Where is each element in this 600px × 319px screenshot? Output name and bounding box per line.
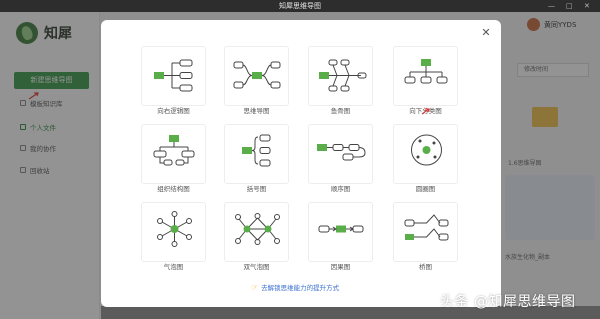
window-titlebar: 知犀思维导图	[0, 0, 600, 12]
bracket-icon	[242, 134, 271, 167]
template-thumbnail	[308, 46, 373, 106]
maximize-button[interactable]: □	[566, 0, 573, 12]
template-thumbnail	[308, 202, 373, 262]
template-thumbnail	[224, 124, 289, 184]
double-bubble-icon	[235, 213, 280, 245]
template-label: 顺序图	[330, 185, 351, 193]
bridge-icon	[404, 214, 449, 241]
fishbone-icon	[319, 59, 367, 92]
template-thumbnail	[393, 46, 458, 106]
template-card-circle-map[interactable]: 圆圈图	[393, 124, 458, 204]
template-label: 桥图	[419, 263, 432, 271]
template-thumbnail	[393, 202, 458, 262]
template-card-bracket[interactable]: 括号图	[224, 124, 289, 204]
template-thumbnail	[393, 124, 458, 184]
close-window-button[interactable]: ✕	[584, 0, 590, 12]
minimize-button[interactable]: —	[548, 0, 555, 12]
template-label: 圆圈图	[415, 185, 436, 193]
template-card-bridge[interactable]: 桥图	[393, 202, 458, 282]
pointing-hand-icon: ☞	[251, 282, 259, 292]
window-title: 知犀思维导图	[279, 2, 321, 10]
template-label: 思维导图	[243, 107, 270, 115]
template-picker-dialog: ✕ 向右逻辑图 思维导图 鱼骨图 组织结构图 括号图 顺序图 圆圈图 气泡图 双…	[101, 20, 501, 307]
template-card-bubble[interactable]: 气泡图	[141, 202, 206, 282]
classification-down-icon	[404, 59, 448, 84]
template-label: 因果图	[330, 263, 351, 271]
circle-map-icon	[411, 134, 442, 166]
template-thumbnail	[308, 124, 373, 184]
template-card-logic-right[interactable]: 向右逻辑图	[141, 46, 206, 126]
template-thumbnail	[224, 46, 289, 106]
pointer-arrow-icon	[421, 108, 430, 115]
promo-text: 去解锁思维能力的提升方式	[261, 284, 340, 292]
close-icon[interactable]: ✕	[479, 26, 493, 40]
watermark: 头条 @知犀思维导图	[440, 294, 576, 310]
template-label: 双气泡图	[243, 263, 270, 271]
cause-effect-icon	[318, 225, 364, 233]
template-label: 组织结构图	[157, 185, 190, 193]
template-card-fishbone[interactable]: 鱼骨图	[308, 46, 373, 126]
promo-link[interactable]: ☞ 去解锁思维能力的提升方式	[251, 282, 340, 293]
template-card-org-chart[interactable]: 组织结构图	[141, 124, 206, 204]
logic-right-icon	[154, 59, 193, 92]
org-chart-icon	[153, 135, 195, 166]
template-label: 括号图	[246, 185, 267, 193]
template-label: 气泡图	[163, 263, 184, 271]
template-card-cause-effect[interactable]: 因果图	[308, 202, 373, 282]
template-card-double-bubble[interactable]: 双气泡图	[224, 202, 289, 282]
mindmap-icon	[233, 61, 281, 89]
template-thumbnail	[141, 124, 206, 184]
template-thumbnail	[141, 202, 206, 262]
sequence-icon	[317, 144, 366, 161]
template-thumbnail	[141, 46, 206, 106]
template-label: 鱼骨图	[330, 107, 351, 115]
template-card-sequence[interactable]: 顺序图	[308, 124, 373, 204]
template-card-mindmap[interactable]: 思维导图	[224, 46, 289, 126]
bubble-icon	[157, 211, 192, 247]
template-thumbnail	[224, 202, 289, 262]
template-label: 向右逻辑图	[157, 107, 190, 115]
